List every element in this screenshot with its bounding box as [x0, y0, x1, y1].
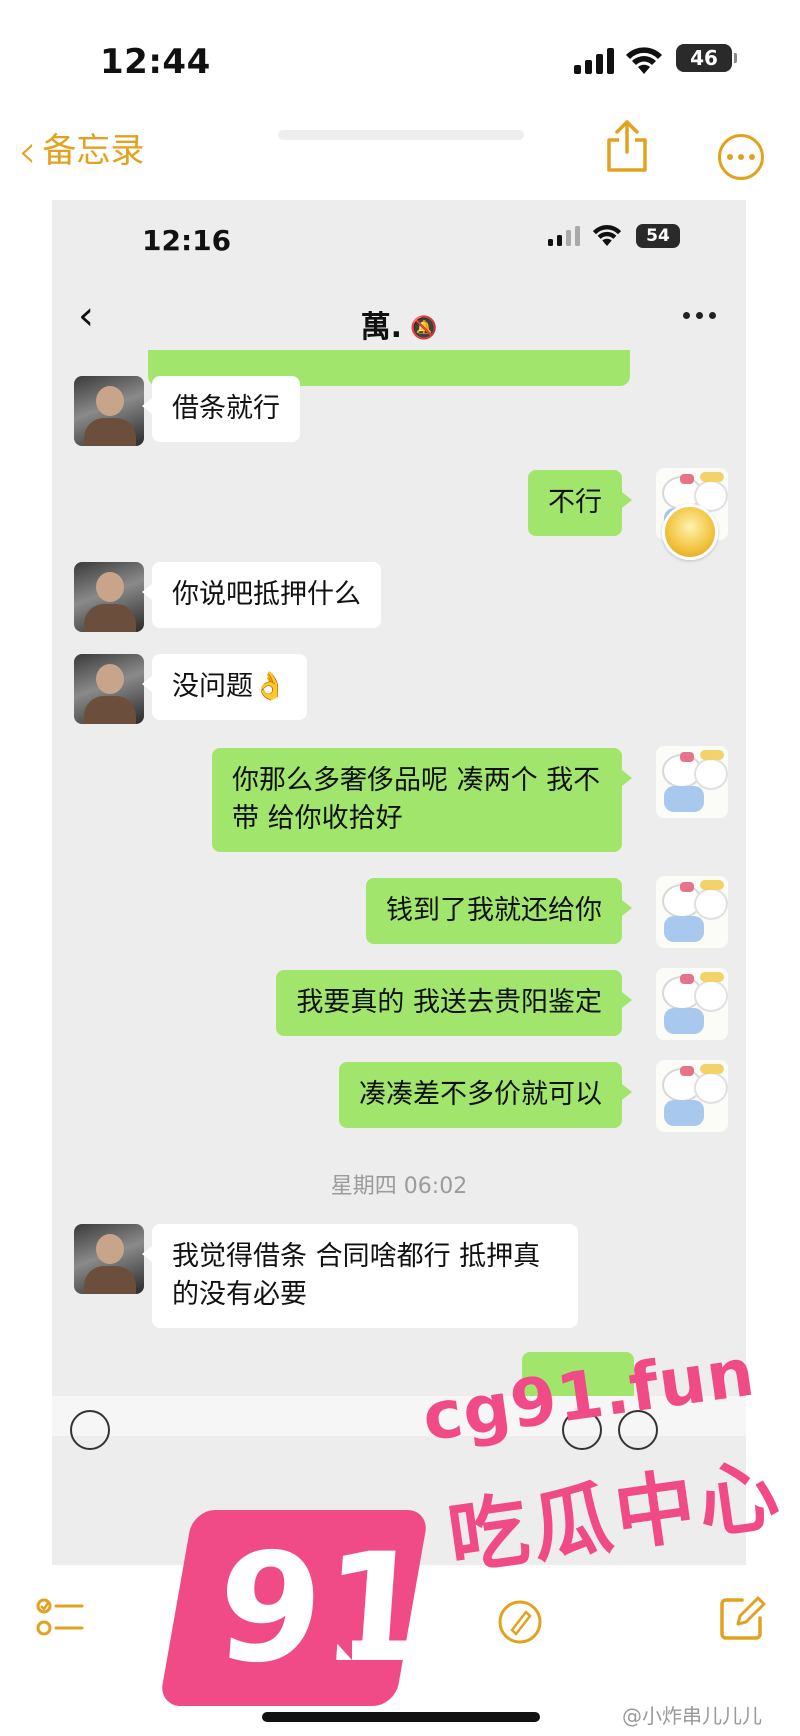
chat-more-button[interactable]	[683, 312, 716, 319]
message-bubble[interactable]: 我觉得借条 合同啥都行 抵押真的没有必要	[142, 1224, 578, 1328]
message-bubble[interactable]: 你那么多奢侈品呢 凑两个 我不带 给你收拾好	[212, 748, 632, 852]
inner-status-bar: 12:16 54	[52, 200, 746, 260]
contact-avatar[interactable]	[74, 1224, 144, 1294]
cellular-signal-icon	[548, 226, 580, 246]
notes-header: ‹ 备忘录	[0, 120, 800, 190]
home-indicator	[262, 1712, 540, 1722]
compose-icon[interactable]	[718, 1594, 766, 1642]
my-avatar[interactable]	[656, 876, 728, 948]
watermark-logo: 91	[158, 1510, 433, 1706]
markup-pen-icon[interactable]	[496, 1598, 544, 1646]
contact-avatar[interactable]	[74, 562, 144, 632]
screen: 12:44 46 ‹ 备忘录 12:16 54 ‹ 萬. 🔕 借条就行 不行 你…	[0, 0, 800, 1736]
message-bubble[interactable]: 不行	[528, 470, 632, 536]
status-time: 12:44	[100, 42, 211, 82]
message-bubble[interactable]: 你说吧抵押什么	[142, 562, 381, 628]
my-avatar[interactable]	[656, 746, 728, 818]
watermark-credit: @小炸串儿儿儿	[622, 1704, 762, 1728]
message-bubble[interactable]: 凑凑差不多价就可以	[339, 1062, 632, 1128]
watermark-logo-tail	[312, 1616, 352, 1660]
chat-timestamp: 星期四 06:02	[330, 1174, 468, 1199]
contact-avatar[interactable]	[74, 654, 144, 724]
chevron-left-icon: ‹	[18, 124, 37, 178]
share-icon[interactable]	[605, 120, 649, 172]
message-bubble[interactable]: 我要真的 我送去贵阳鉴定	[276, 970, 632, 1036]
watermark-logo-number: 91	[211, 1522, 433, 1696]
cellular-signal-icon	[574, 48, 614, 74]
back-label: 备忘录	[42, 131, 145, 171]
checklist-icon[interactable]	[36, 1594, 84, 1642]
chat-title: 萬.	[360, 310, 402, 345]
sticker-badge-icon	[662, 504, 718, 560]
battery-icon: 46	[676, 44, 737, 72]
drag-handle[interactable]	[278, 130, 524, 140]
wifi-icon	[626, 47, 662, 74]
chat-title-wrap: 萬. 🔕	[52, 302, 746, 346]
contact-avatar[interactable]	[74, 376, 144, 446]
status-bar: 12:44 46	[0, 28, 800, 92]
message-bubble[interactable]: 没问题👌	[142, 654, 307, 720]
chat-header: ‹ 萬. 🔕	[52, 276, 746, 356]
voice-icon[interactable]	[70, 1410, 110, 1450]
message-bubble[interactable]: 钱到了我就还给你	[366, 878, 632, 944]
battery-icon: 54	[636, 224, 680, 248]
more-options-button[interactable]	[718, 134, 764, 180]
back-button[interactable]: ‹ 备忘录	[18, 128, 144, 174]
my-avatar[interactable]	[656, 1060, 728, 1132]
my-avatar[interactable]	[656, 968, 728, 1040]
mute-bell-icon: 🔕	[410, 316, 438, 341]
message-bubble[interactable]: 借条就行	[142, 376, 300, 442]
inner-status-time: 12:16	[142, 224, 232, 257]
wifi-icon	[592, 225, 622, 246]
